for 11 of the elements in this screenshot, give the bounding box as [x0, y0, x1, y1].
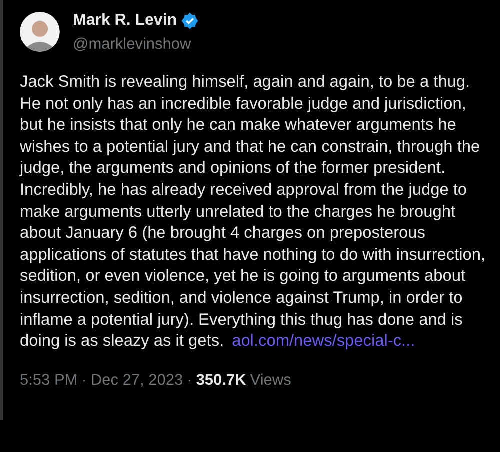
views-label: Views: [250, 372, 292, 390]
author-handle[interactable]: @marklevinshow: [73, 36, 200, 54]
separator: ·: [187, 372, 192, 390]
avatar[interactable]: [20, 12, 60, 52]
post-text: Jack Smith is revealing himself, again and again, to be a thug. He not only has an incredible favorable judge and jurisdiction, but he insists that only he can make whatever arguments he wishes to a potential jury and that he can constrain, through the judge, the arguments and opinions of the former president. Incredibly, he has already received approval from the judge to make arguments utterly unrelated to the charges he brought about January 6 (he brought 4 charges on preposterous applications of statutes that have nothing to do with insurrection, sedition, or even violence, yet he is going to arguments about insurrection, sedition, and violence against Trump, in order to inflame a potential jury). Everything this thug has done and is doing is as sleazy as it gets. aol.com/news/special-c...: [20, 72, 487, 352]
author-name[interactable]: Mark R. Levin: [73, 12, 178, 30]
views-count: 350.7K: [196, 372, 246, 390]
post-date[interactable]: Dec 27, 2023: [90, 372, 184, 390]
post-link[interactable]: aol.com/news/special-c...: [232, 332, 416, 350]
separator: ·: [82, 372, 87, 390]
post-time[interactable]: 5:53 PM: [20, 372, 78, 390]
